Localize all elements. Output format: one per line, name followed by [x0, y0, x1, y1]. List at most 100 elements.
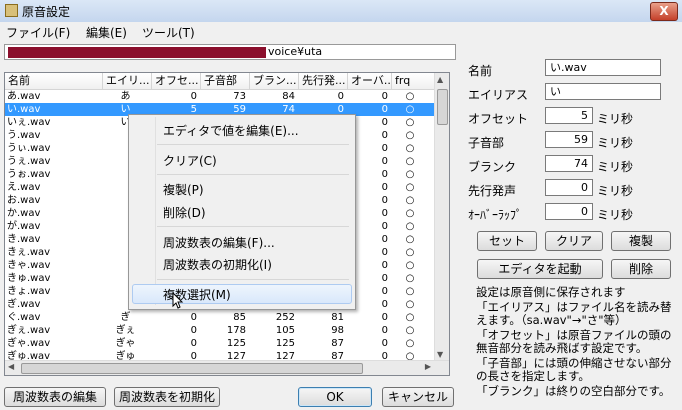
ok-button[interactable]: OK	[298, 387, 372, 407]
cell-alias: ぎゃ	[115, 338, 136, 349]
cell-frq: ○	[405, 130, 415, 141]
menu-file[interactable]: ファイル(F)	[6, 24, 70, 41]
ctx-duplicate[interactable]: 複製(P)	[163, 181, 204, 198]
cancel-button[interactable]: キャンセル	[382, 387, 454, 407]
duplicate-button[interactable]: 複製	[611, 231, 671, 251]
col-header-alias[interactable]: エイリ...	[103, 73, 152, 89]
name-label: 名前	[468, 64, 493, 78]
vertical-scroll-thumb[interactable]	[437, 89, 448, 125]
cell-name: うぃ.wav	[7, 143, 51, 154]
consonant-field[interactable]: 59	[545, 131, 593, 148]
app-icon	[5, 4, 18, 17]
cell-name: き.wav	[7, 234, 41, 245]
voice-settings-window: 原音設定 X ファイル(F) 編集(E) ツール(T) voice¥uta 名前…	[0, 0, 682, 410]
col-header-name[interactable]: 名前	[5, 73, 103, 89]
table-row[interactable]: ぎぇ.wav ぎぇ 0 178 105 98 0 ○	[5, 324, 437, 337]
path-redaction	[8, 47, 266, 58]
cell-name: え.wav	[7, 182, 41, 193]
ctx-separator	[157, 279, 349, 280]
cell-frq: ○	[405, 273, 415, 284]
consonant-unit: ミリ秒	[597, 136, 634, 150]
help-line-2: 「エイリアス」はファイル名を読み替えます。（sa.wav"→"さ"等）	[476, 300, 672, 327]
table-row[interactable]: ぐ.wav ぎ 0 85 252 81 0 ○	[5, 311, 437, 324]
preutter-unit: ミリ秒	[597, 184, 634, 198]
preutter-field[interactable]: 0	[545, 179, 593, 196]
cell-overlap: 0	[381, 312, 388, 323]
cell-overlap: 0	[381, 338, 388, 349]
voice-path-field[interactable]: voice¥uta	[4, 44, 456, 60]
cell-offset: 0	[190, 312, 197, 323]
cell-consonant: 125	[226, 338, 246, 349]
ctx-clear[interactable]: クリア(C)	[163, 152, 217, 169]
scroll-left-icon[interactable]: ◀	[8, 362, 14, 371]
path-text: voice¥uta	[268, 45, 323, 58]
table-row[interactable]: ぎゃ.wav ぎゃ 0 125 125 87 0 ○	[5, 337, 437, 350]
cell-consonant: 85	[233, 312, 246, 323]
cell-name: あ.wav	[7, 91, 41, 102]
cell-name: うぇ.wav	[7, 156, 51, 167]
alias-label: エイリアス	[468, 88, 529, 102]
launch-editor-button[interactable]: エディタを起動	[477, 259, 603, 279]
ctx-edit-freq-table[interactable]: 周波数表の編集(F)...	[163, 234, 275, 251]
col-header-preutter[interactable]: 先行発...	[299, 73, 348, 89]
scroll-up-icon[interactable]: ▲	[437, 75, 443, 84]
cell-blank: 125	[275, 338, 295, 349]
vertical-scrollbar[interactable]: ▲ ▼	[434, 73, 449, 361]
ctx-delete[interactable]: 削除(D)	[163, 204, 206, 221]
cell-name: ぎ.wav	[7, 299, 41, 310]
cell-preutter: 87	[331, 338, 344, 349]
context-menu-gutter	[155, 117, 156, 305]
cell-name: いぇ.wav	[7, 117, 51, 128]
cell-blank: 84	[282, 91, 295, 102]
cell-frq: ○	[405, 208, 415, 219]
delete-button[interactable]: 削除	[611, 259, 671, 279]
cell-name: ぎぇ.wav	[7, 325, 51, 336]
ctx-separator	[157, 226, 349, 227]
edit-freq-table-button[interactable]: 周波数表の編集	[4, 387, 106, 407]
cell-alias: ぎぇ	[115, 325, 136, 336]
horizontal-scrollbar[interactable]: ◀ ▶	[5, 360, 449, 375]
cell-alias: あ	[120, 91, 131, 102]
col-header-blank[interactable]: ブラン...	[250, 73, 299, 89]
context-menu: エディタで値を編集(E)... クリア(C) 複製(P) 削除(D) 周波数表の…	[128, 114, 356, 310]
col-header-frq[interactable]: frq	[392, 73, 437, 89]
cell-name: きゅ.wav	[7, 273, 51, 284]
menu-edit[interactable]: 編集(E)	[86, 24, 127, 41]
help-line-4: 「子音部」には頭の伸縮させない部分の長さを指定します。	[476, 356, 672, 383]
blank-unit: ミリ秒	[597, 160, 634, 174]
close-button[interactable]: X	[650, 2, 678, 21]
col-header-overlap[interactable]: オーバ...	[348, 73, 392, 89]
help-line-5: 「ブランク」は終りの空白部分です。	[476, 384, 671, 398]
cell-overlap: 0	[381, 325, 388, 336]
cell-offset: 0	[190, 338, 197, 349]
col-header-offset[interactable]: オフセ...	[152, 73, 201, 89]
cell-frq: ○	[405, 143, 415, 154]
offset-field[interactable]: 5	[545, 107, 593, 124]
ctx-edit-in-editor[interactable]: エディタで値を編集(E)...	[163, 122, 299, 139]
overlap-field[interactable]: 0	[545, 203, 593, 220]
cell-name: うぉ.wav	[7, 169, 51, 180]
col-header-consonant[interactable]: 子音部	[201, 73, 250, 89]
ctx-separator	[157, 174, 349, 175]
overlap-label: ｵｰﾊﾞｰﾗｯﾌﾟ	[468, 208, 523, 222]
cell-frq: ○	[405, 325, 415, 336]
preutter-label: 先行発声	[468, 184, 517, 198]
name-field[interactable]: い.wav	[545, 59, 661, 76]
cell-frq: ○	[405, 338, 415, 349]
cell-frq: ○	[405, 91, 415, 102]
cell-frq: ○	[405, 117, 415, 128]
ctx-init-freq-table[interactable]: 周波数表の初期化(I)	[163, 256, 272, 273]
scroll-right-icon[interactable]: ▶	[425, 362, 431, 371]
clear-button[interactable]: クリア	[545, 231, 603, 251]
init-freq-table-button[interactable]: 周波数表を初期化	[114, 387, 220, 407]
set-button[interactable]: セット	[477, 231, 537, 251]
cell-name: きょ.wav	[7, 286, 51, 297]
scroll-down-icon[interactable]: ▼	[437, 350, 443, 359]
table-row[interactable]: あ.wav あ 0 73 84 0 0 ○	[5, 90, 437, 103]
horizontal-scroll-thumb[interactable]	[21, 363, 363, 374]
cell-frq: ○	[405, 156, 415, 167]
alias-field[interactable]: い	[545, 83, 661, 100]
ctx-separator	[157, 144, 349, 145]
blank-field[interactable]: 74	[545, 155, 593, 172]
menu-tools[interactable]: ツール(T)	[142, 24, 195, 41]
